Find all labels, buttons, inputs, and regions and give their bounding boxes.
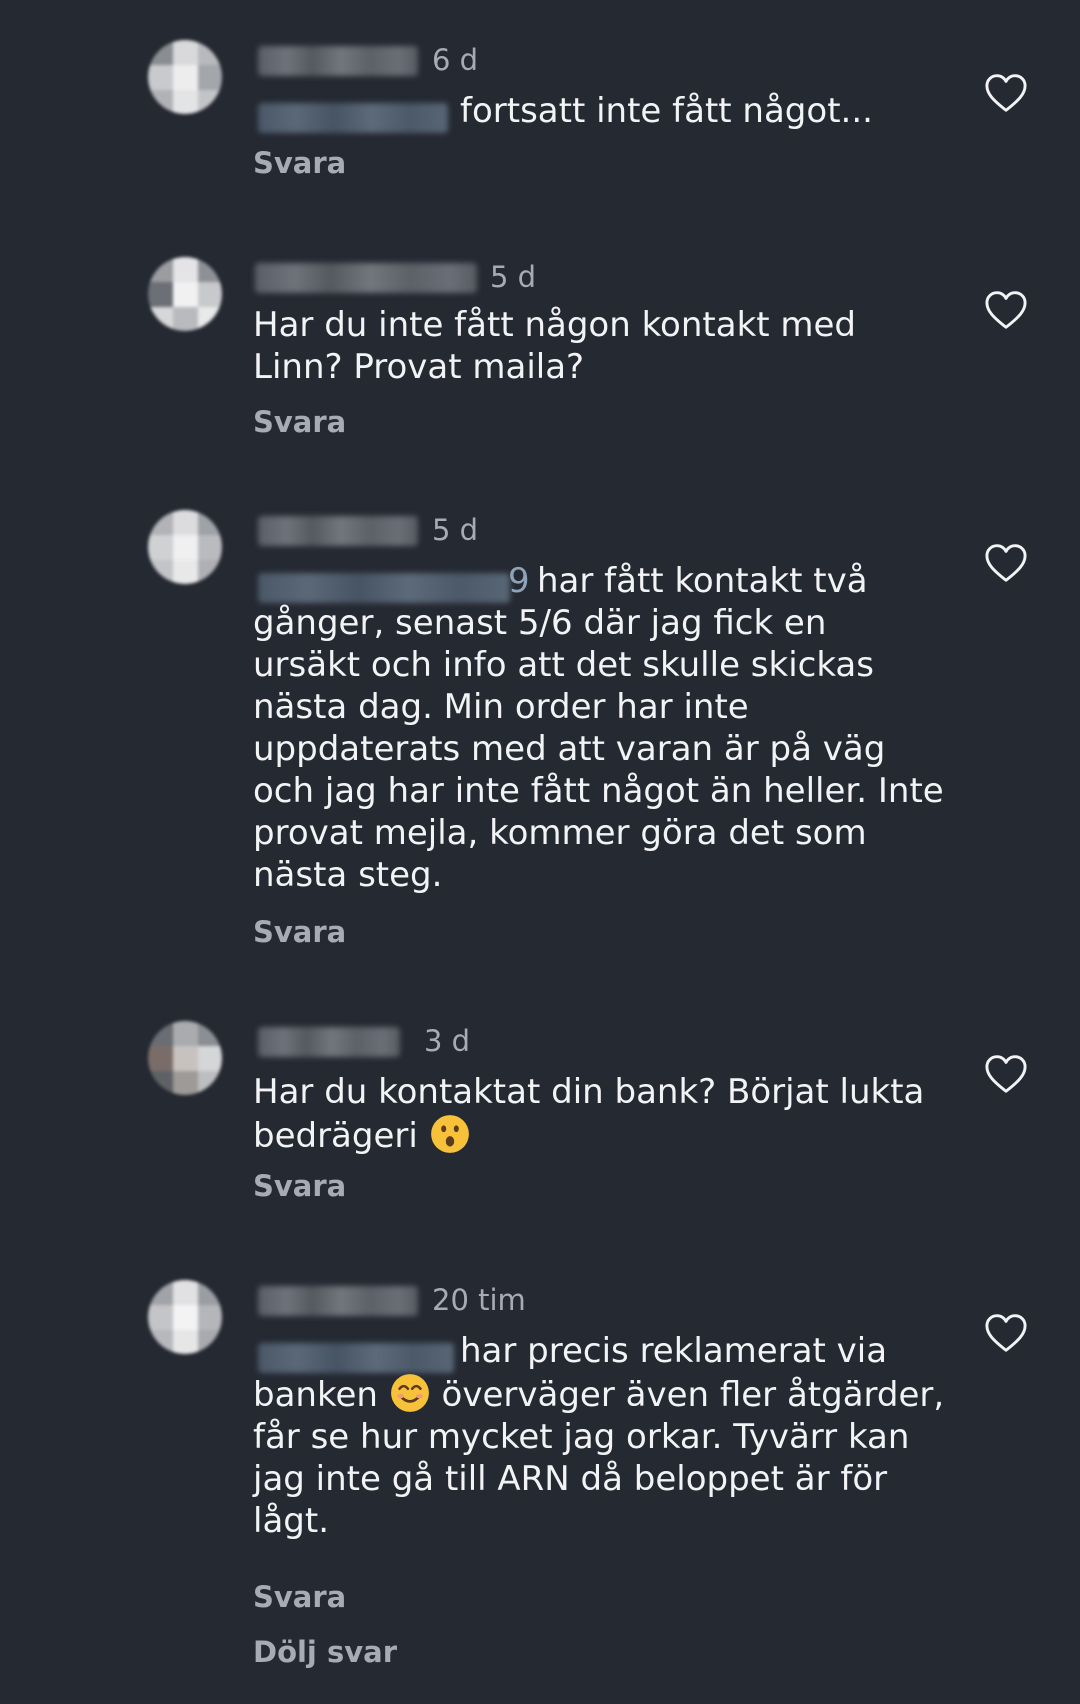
heart-outline-icon[interactable] — [984, 1054, 1028, 1094]
comment-text: fortsatt inte fått något... — [460, 91, 873, 131]
reply-button[interactable]: Svara — [253, 402, 346, 442]
reply-button[interactable]: Svara — [253, 143, 346, 183]
comment-text: har fått kontakt två gånger, senast 5/6 … — [253, 561, 944, 895]
avatar[interactable] — [148, 1021, 222, 1095]
mention-redacted[interactable] — [258, 1343, 454, 1373]
heart-outline-icon[interactable] — [984, 543, 1028, 583]
astonished-face-emoji — [430, 1115, 469, 1153]
avatar[interactable] — [148, 257, 222, 331]
hide-replies-button[interactable]: Dölj svar — [253, 1632, 397, 1672]
heart-outline-icon[interactable] — [984, 73, 1028, 113]
username-redacted[interactable] — [258, 1286, 418, 1316]
reply-button[interactable]: Svara — [253, 1577, 346, 1617]
reply-button[interactable]: Svara — [253, 912, 346, 952]
username-redacted[interactable] — [255, 263, 477, 293]
comment-time: 6 d — [432, 43, 479, 77]
comment-text: Har du inte fått någon kontakt med Linn?… — [253, 305, 857, 387]
username-redacted[interactable] — [258, 46, 418, 76]
comment-text: Har du kontaktat din bank? Börjat lukta … — [253, 1071, 953, 1157]
comment-text-line1: har precis reklamerat via — [460, 1331, 888, 1371]
comment-text-before-emoji: banken — [253, 1375, 378, 1415]
smiling-face-emoji — [390, 1374, 429, 1412]
reply-button[interactable]: Svara — [253, 1166, 346, 1206]
comment-time: 5 d — [490, 260, 537, 294]
avatar[interactable] — [148, 40, 222, 114]
mention-redacted[interactable] — [258, 103, 448, 133]
comment-time: 20 tim — [432, 1283, 526, 1317]
comment-time: 3 d — [424, 1024, 471, 1058]
username-redacted[interactable] — [258, 1027, 400, 1057]
heart-outline-icon[interactable] — [984, 1313, 1028, 1353]
comment-time: 5 d — [432, 513, 479, 547]
avatar[interactable] — [148, 1280, 222, 1354]
username-redacted[interactable] — [258, 516, 418, 546]
heart-outline-icon[interactable] — [984, 290, 1028, 330]
comment-text-body: Har du kontaktat din bank? Börjat lukta … — [253, 1072, 925, 1156]
avatar[interactable] — [148, 510, 222, 584]
comment-text: banken överväger även fler åtgärder, får… — [253, 1372, 953, 1542]
